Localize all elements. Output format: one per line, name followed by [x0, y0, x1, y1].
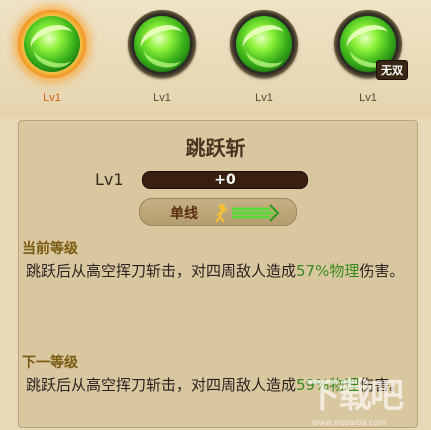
whirlwind-skill-icon: [134, 16, 190, 72]
skill-title: 跳跃斩: [185, 136, 246, 160]
skill-slot-3[interactable]: Lv1: [226, 6, 302, 116]
skill-level: Lv1: [255, 92, 273, 104]
jump-slash-skill-icon: [24, 16, 80, 72]
attack-type-tag: 单线: [139, 198, 297, 226]
skill-slot-2[interactable]: Lv1: [124, 6, 200, 116]
desc-text: 伤害。: [359, 262, 405, 280]
skill-level: Lv1: [153, 92, 171, 104]
attack-type-label: 单线: [170, 206, 198, 222]
single-line-attack-icon: [215, 204, 280, 223]
desc-text: 跳跃后从高空挥刀斩击，对四周敌人造成: [26, 262, 297, 280]
watermark-text: 下载吧: [306, 376, 404, 416]
desc-highlight: 57%物理: [296, 262, 360, 280]
watermark-url: www.xiazaiba.com: [312, 418, 387, 427]
skill-level: Lv1: [43, 92, 61, 104]
crescent-blade-skill-icon: [236, 16, 292, 72]
skill-level: Lv1: [359, 92, 377, 104]
skill-slot-1[interactable]: Lv1: [14, 6, 90, 116]
skill-slot-4[interactable]: 无双 Lv1: [330, 6, 408, 116]
current-level-description: 跳跃后从高空挥刀斩击，对四周敌人造成57%物理伤害。: [26, 260, 411, 282]
skill-level-label: Lv1: [95, 170, 124, 189]
next-level-header: 下一等级: [22, 355, 78, 371]
exp-bar: +0: [142, 171, 308, 189]
exp-text: +0: [214, 172, 236, 188]
desc-text: 跳跃后从高空挥刀斩击，对四周敌人造成: [26, 376, 297, 394]
ultimate-badge: 无双: [376, 60, 408, 80]
current-level-header: 当前等级: [22, 241, 78, 257]
